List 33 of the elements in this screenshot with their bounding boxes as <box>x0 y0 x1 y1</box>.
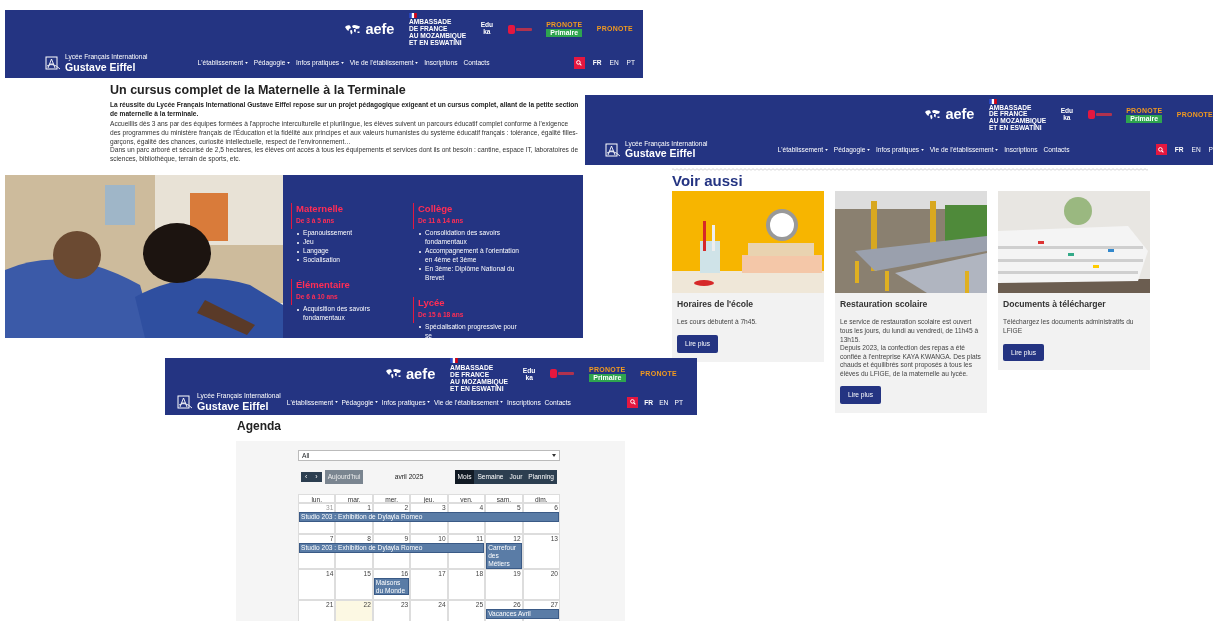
search-icon <box>1158 146 1165 153</box>
search-button[interactable] <box>573 57 585 69</box>
card-title: Restauration scolaire <box>840 297 929 311</box>
today-cell[interactable] <box>335 599 373 621</box>
school-logo-icon[interactable] <box>45 56 61 71</box>
search-icon <box>576 60 583 67</box>
level-title: Élémentaire <box>296 278 351 292</box>
search-button[interactable] <box>626 396 639 409</box>
level-title: Collège <box>418 203 454 216</box>
section-heading: Voir aussi <box>672 173 744 190</box>
section-heading: Un cursus complet de la Maternelle à la Terminale <box>110 83 407 98</box>
logo-text: aefe <box>365 21 395 37</box>
world-map-icon <box>924 109 942 121</box>
flag-icon <box>450 358 459 363</box>
level-title: Maternelle <box>296 203 344 216</box>
search-button[interactable] <box>1155 144 1167 156</box>
card-title: Horaires de l'école <box>677 297 755 311</box>
world-map-icon <box>344 23 362 35</box>
school-name: Gustave Eiffel <box>197 400 270 413</box>
school-name: Gustave Eiffel <box>625 147 697 160</box>
school-logo-icon[interactable] <box>177 395 193 410</box>
search-icon <box>629 399 636 406</box>
flag-icon <box>408 13 417 19</box>
logo-text: aefe <box>405 366 436 382</box>
school-logo-icon[interactable] <box>605 142 621 157</box>
world-map-icon <box>384 368 402 380</box>
section-heading: Agenda <box>237 418 282 435</box>
flag-icon <box>988 98 997 104</box>
logo-text: aefe <box>945 107 975 122</box>
caret-icon <box>552 454 556 457</box>
card-title: Documents à télécharger <box>1003 297 1107 311</box>
level-title: Lycée <box>418 296 446 309</box>
school-name: Gustave Eiffel <box>65 60 137 73</box>
